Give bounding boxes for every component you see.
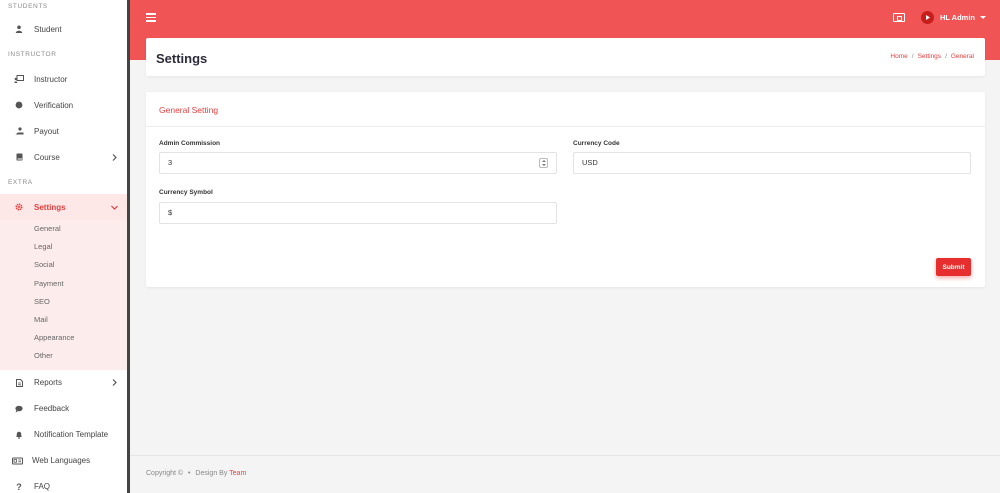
sidebar-item-payout[interactable]: Payout — [0, 118, 127, 144]
comment-icon — [12, 405, 26, 413]
currency-symbol-input[interactable]: $ — [159, 202, 557, 224]
card-title: General Setting — [159, 105, 219, 115]
sidebar-item-label: FAQ — [34, 482, 51, 491]
gear-icon — [12, 203, 26, 211]
breadcrumb-separator: / — [945, 53, 947, 60]
page-header: Settings Home / Settings / General — [146, 38, 985, 76]
caret-down-icon — [980, 16, 986, 19]
question-icon: ? — [16, 481, 22, 492]
submenu-item-general[interactable]: General — [0, 220, 127, 238]
sidebar-item-label: Feedback — [34, 404, 70, 413]
language-icon — [10, 457, 24, 465]
submenu-item-appearance[interactable]: Appearance — [0, 329, 127, 347]
chalkboard-icon — [12, 75, 26, 83]
sidebar-item-instructor[interactable]: Instructor — [0, 66, 127, 92]
admin-commission-value: 3 — [168, 158, 173, 167]
breadcrumb-settings[interactable]: Settings — [918, 53, 942, 60]
currency-code-input[interactable]: USD — [573, 152, 971, 174]
admin-commission-input[interactable]: 3 — [159, 152, 557, 174]
section-label-students: STUDENTS — [8, 3, 48, 10]
breadcrumb-home[interactable]: Home — [890, 53, 907, 60]
submenu-item-payment[interactable]: Payment — [0, 275, 127, 293]
sidebar-item-course[interactable]: Course — [0, 144, 127, 170]
sidebar-item-label: Verification — [34, 100, 74, 110]
language-switch-icon[interactable] — [893, 13, 905, 22]
currency-code-label: Currency Code — [573, 140, 620, 147]
currency-code-value: USD — [582, 158, 598, 167]
book-icon — [12, 153, 26, 161]
sidebar-item-label: Settings — [34, 202, 66, 212]
footer-bullet: • — [188, 470, 191, 477]
menu-toggle-icon[interactable] — [146, 13, 156, 22]
topbar: HL Admin — [130, 0, 1000, 38]
admin-commission-label: Admin Commission — [159, 140, 221, 147]
sidebar-item-label: Student — [34, 24, 62, 34]
general-setting-card: General Setting Admin Commission 3 Curre… — [146, 92, 985, 287]
sidebar-item-faq[interactable]: ? FAQ — [0, 474, 127, 493]
hand-money-icon — [12, 127, 26, 135]
design-by-text: Design By — [195, 470, 228, 477]
sidebar-item-settings[interactable]: Settings — [0, 194, 127, 220]
chevron-right-icon — [109, 152, 119, 162]
team-link[interactable]: Team — [229, 470, 246, 477]
footer-divider — [130, 455, 1000, 456]
submenu-item-seo[interactable]: SEO — [0, 293, 127, 311]
submit-button[interactable]: Submit — [936, 258, 971, 276]
chevron-down-icon — [109, 202, 119, 212]
chevron-right-icon — [109, 378, 119, 388]
section-label-instructor: INSTRUCTOR — [8, 51, 57, 58]
avatar — [921, 11, 934, 24]
sidebar-item-web-languages[interactable]: Web Languages — [0, 448, 127, 474]
breadcrumb-general: General — [950, 53, 974, 60]
divider — [146, 126, 985, 127]
breadcrumb: Home / Settings / General — [890, 53, 974, 60]
sidebar-item-label: Payout — [34, 126, 59, 136]
breadcrumb-separator: / — [911, 53, 914, 60]
sidebar-item-label: Course — [34, 152, 60, 162]
sidebar-item-label: Reports — [34, 378, 63, 387]
badge-icon — [12, 101, 26, 109]
submenu-item-other[interactable]: Other — [0, 347, 127, 365]
currency-symbol-label: Currency Symbol — [159, 189, 213, 196]
submenu-item-social[interactable]: Social — [0, 256, 127, 274]
page-title: Settings — [156, 51, 208, 66]
copyright-text: Copyright © — [146, 470, 184, 477]
document-icon — [12, 378, 26, 387]
footer: Copyright © • Design By Team — [146, 470, 246, 477]
currency-symbol-value: $ — [168, 208, 173, 217]
user-name: HL Admin — [940, 13, 975, 22]
sidebar-item-label: Web Languages — [32, 456, 91, 465]
bell-icon — [12, 431, 26, 439]
sidebar-item-verification[interactable]: Verification — [0, 92, 127, 118]
sidebar-item-label: Notification Template — [34, 430, 109, 439]
section-label-extra: EXTRA — [8, 179, 33, 186]
sidebar: STUDENTS Student INSTRUCTOR Instructor V… — [0, 0, 130, 493]
sidebar-item-student[interactable]: Student — [0, 16, 127, 42]
submenu-item-mail[interactable]: Mail — [0, 311, 127, 329]
user-icon — [12, 25, 26, 33]
sidebar-item-feedback[interactable]: Feedback — [0, 396, 127, 422]
submenu-item-legal[interactable]: Legal — [0, 238, 127, 256]
sidebar-item-label: Instructor — [34, 74, 68, 84]
settings-submenu: General Legal Social Payment SEO Mail Ap… — [0, 220, 127, 370]
sidebar-item-notification-template[interactable]: Notification Template — [0, 422, 127, 448]
user-menu[interactable]: HL Admin — [921, 11, 986, 24]
sidebar-item-reports[interactable]: Reports — [0, 370, 127, 396]
number-spinner-icon[interactable] — [539, 158, 548, 168]
